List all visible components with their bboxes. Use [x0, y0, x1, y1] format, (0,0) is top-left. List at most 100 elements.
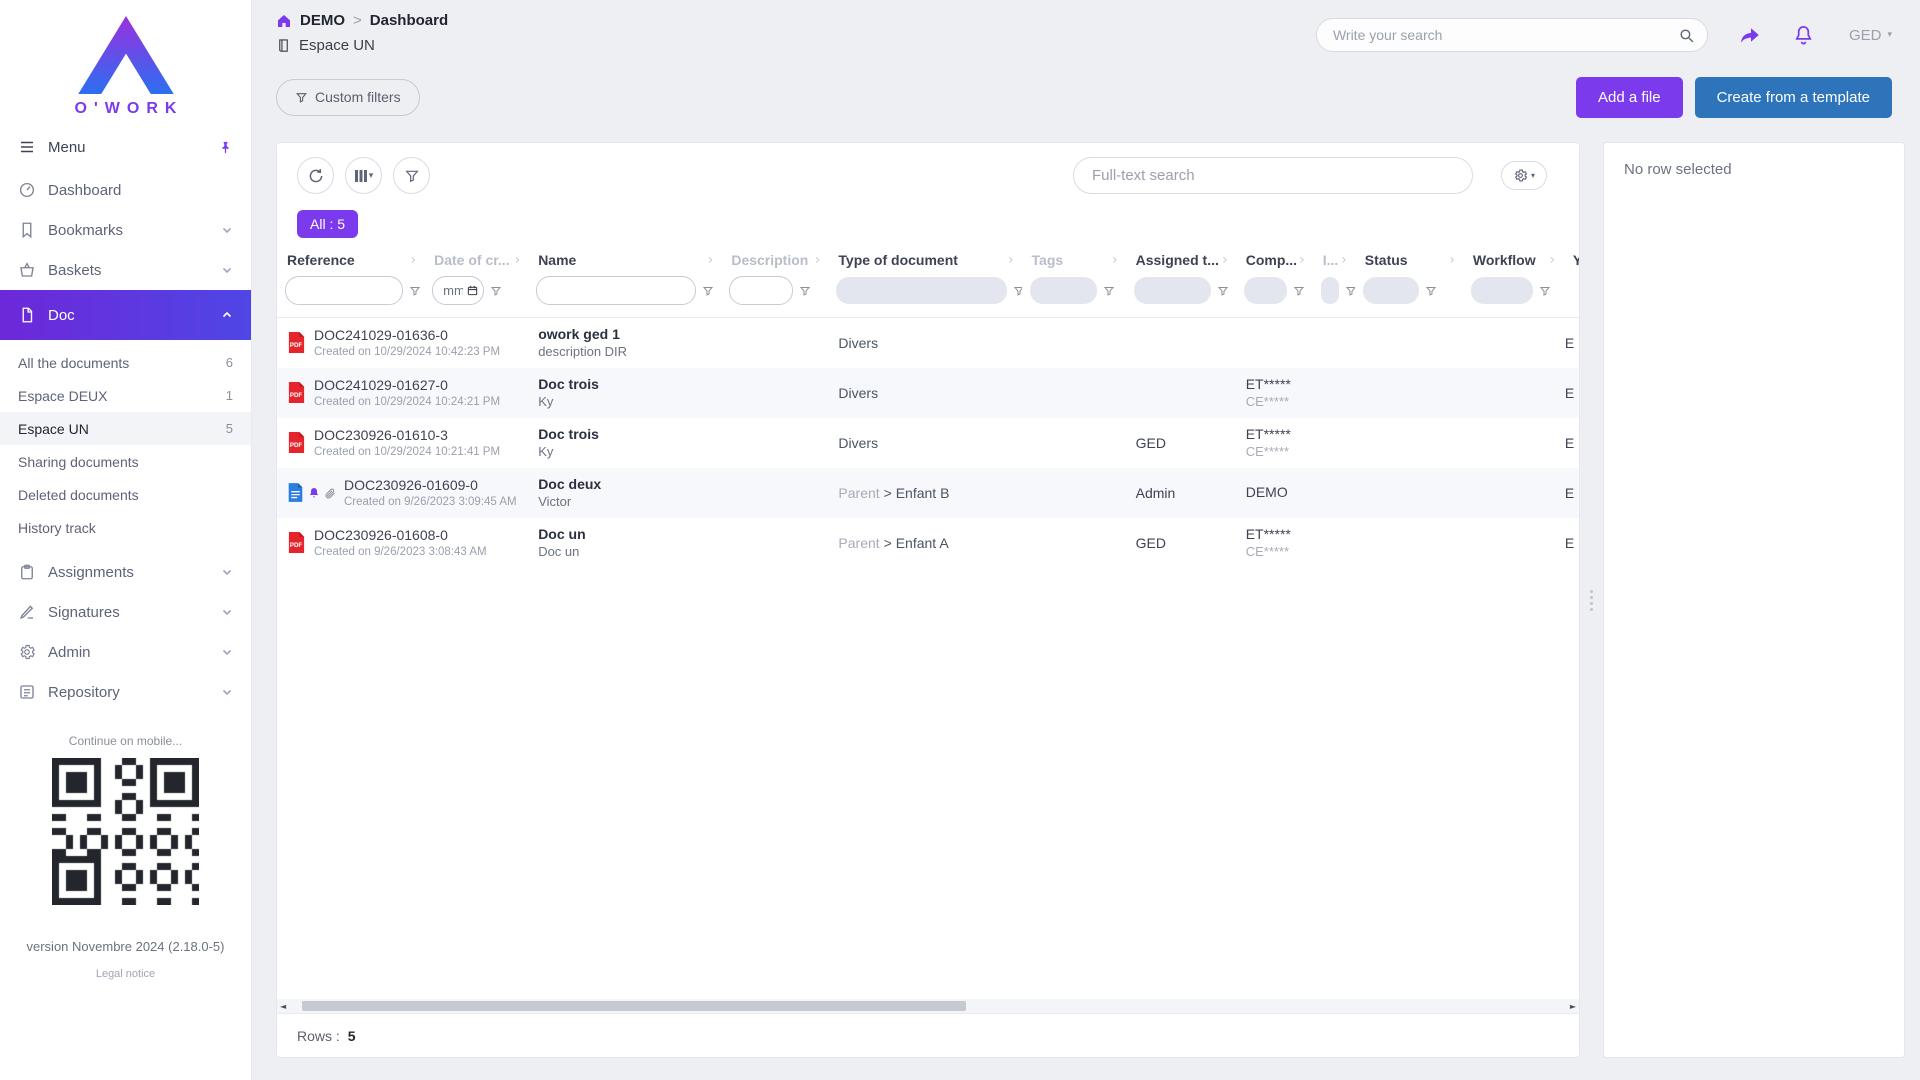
column-header-description[interactable]: ›Description	[721, 248, 828, 274]
refresh-button[interactable]	[297, 157, 334, 194]
table-row[interactable]: PDF DOC241029-01627-0 Created on 10/29/2…	[277, 368, 1579, 418]
menu-toggle[interactable]: Menu	[0, 124, 251, 170]
sidebar-subitem-label: Espace UN	[18, 421, 89, 437]
sidebar-item-history-track[interactable]: History track	[0, 511, 251, 544]
column-header-i[interactable]: ›I...	[1313, 248, 1355, 274]
document-reference[interactable]: DOC241029-01627-0	[314, 377, 500, 393]
type-value: Divers	[838, 335, 878, 351]
filter-i-select[interactable]	[1321, 277, 1339, 304]
horizontal-scrollbar[interactable]: ◄ ►	[277, 999, 1579, 1013]
column-header-type[interactable]: ›Type of document	[828, 248, 1021, 274]
bell-icon[interactable]	[1792, 24, 1815, 47]
column-header-name[interactable]: ›Name	[528, 248, 721, 274]
clipped-cell: E	[1563, 468, 1579, 518]
sidebar-item-deleted-documents[interactable]: Deleted documents	[0, 478, 251, 511]
create-template-button[interactable]: Create from a template	[1695, 77, 1892, 118]
column-header-company[interactable]: ›Comp...	[1236, 248, 1313, 274]
filter-reference-input[interactable]	[285, 276, 403, 305]
home-icon[interactable]	[276, 13, 292, 29]
filter-workflow-select[interactable]	[1471, 277, 1533, 304]
sidebar-item-label: Repository	[48, 684, 120, 701]
scroll-left-arrow[interactable]: ◄	[277, 1002, 289, 1011]
document-reference[interactable]: DOC241029-01636-0	[314, 327, 500, 343]
global-search-input[interactable]	[1333, 27, 1678, 43]
breadcrumb-current[interactable]: Dashboard	[370, 12, 448, 29]
sidebar-item-doc[interactable]: Doc	[0, 290, 251, 340]
funnel-icon[interactable]	[1013, 285, 1021, 297]
table-row[interactable]: PDF DOC230926-01610-3 Created on 10/29/2…	[277, 418, 1579, 468]
column-header-workflow[interactable]: ›Workflow	[1463, 248, 1563, 274]
breadcrumb-root[interactable]: DEMO	[300, 12, 345, 29]
sidebar-item-signatures[interactable]: Signatures	[0, 592, 251, 632]
column-header-assigned[interactable]: ›Assigned t...	[1126, 248, 1236, 274]
columns-button[interactable]: ▾	[345, 157, 382, 194]
search-icon[interactable]	[1678, 27, 1695, 44]
funnel-icon[interactable]	[1539, 285, 1551, 297]
column-header-reference[interactable]: ›Reference	[277, 248, 424, 274]
filter-assigned-select[interactable]	[1134, 277, 1211, 304]
repository-list-icon	[18, 683, 36, 701]
scrollbar-track[interactable]	[289, 999, 1567, 1013]
funnel-icon[interactable]	[1103, 285, 1115, 297]
scrollbar-thumb[interactable]	[302, 1001, 966, 1011]
add-file-button[interactable]: Add a file	[1576, 77, 1683, 118]
tab-all-documents[interactable]: All : 5	[297, 210, 358, 238]
global-search[interactable]	[1316, 18, 1708, 52]
sidebar-item-espace-un[interactable]: Espace UN 5	[0, 412, 251, 445]
funnel-icon[interactable]	[490, 285, 502, 297]
sidebar-item-dashboard[interactable]: Dashboard	[0, 170, 251, 210]
table-row[interactable]: PDF DOC241029-01636-0 Created on 10/29/2…	[277, 318, 1579, 368]
filter-name-input[interactable]	[536, 276, 696, 305]
filter-status-select[interactable]	[1363, 277, 1419, 304]
custom-filters-button[interactable]: Custom filters	[276, 79, 420, 116]
legal-notice-link[interactable]: Legal notice	[96, 968, 155, 980]
user-menu[interactable]: GED ▾	[1849, 27, 1892, 44]
funnel-icon[interactable]	[1425, 285, 1437, 297]
document-icon	[18, 306, 36, 324]
count-badge: 1	[226, 388, 233, 403]
sidebar-item-bookmarks[interactable]: Bookmarks	[0, 210, 251, 250]
table-header-row: ›Reference ›Date of cr... ›Name ›Descrip…	[277, 248, 1579, 274]
document-created: Created on 10/29/2024 10:24:21 PM	[314, 396, 500, 408]
filter-button[interactable]	[393, 157, 430, 194]
table-row[interactable]: PDF DOC230926-01608-0 Created on 9/26/20…	[277, 518, 1579, 568]
sidebar-item-repository[interactable]: Repository	[0, 672, 251, 712]
funnel-icon[interactable]	[702, 285, 714, 297]
sidebar-item-espace-deux[interactable]: Espace DEUX 1	[0, 379, 251, 412]
document-reference[interactable]: DOC230926-01610-3	[314, 427, 500, 443]
funnel-icon[interactable]	[1217, 285, 1229, 297]
panel-resize-handle[interactable]	[1588, 590, 1595, 611]
sidebar-item-baskets[interactable]: Baskets	[0, 250, 251, 290]
fulltext-search[interactable]	[1073, 157, 1473, 194]
document-reference[interactable]: DOC230926-01609-0	[344, 477, 517, 493]
sort-chevron-icon: ›	[1112, 252, 1118, 268]
sidebar-item-admin[interactable]: Admin	[0, 632, 251, 672]
funnel-icon[interactable]	[799, 285, 811, 297]
column-header-tags[interactable]: ›Tags	[1022, 248, 1126, 274]
assigned-value: GED	[1126, 518, 1236, 568]
document-created: Created on 9/26/2023 3:08:43 AM	[314, 546, 487, 558]
document-reference[interactable]: DOC230926-01608-0	[314, 527, 487, 543]
scroll-right-arrow[interactable]: ►	[1567, 1002, 1579, 1011]
fulltext-search-input[interactable]	[1092, 167, 1454, 184]
table-row[interactable]: DOC230926-01609-0 Created on 9/26/2023 3…	[277, 468, 1579, 518]
filter-type-select[interactable]	[836, 277, 1007, 304]
filter-description-input[interactable]	[729, 276, 793, 305]
filter-company-select[interactable]	[1244, 277, 1287, 304]
share-icon[interactable]	[1738, 23, 1762, 47]
column-header-edge[interactable]: Y...	[1563, 248, 1579, 274]
filter-date-input[interactable]	[432, 276, 484, 305]
column-header-status[interactable]: ›Status	[1355, 248, 1463, 274]
grid-settings-button[interactable]: ▾	[1501, 161, 1547, 190]
filter-tags-select[interactable]	[1030, 277, 1097, 304]
pin-icon[interactable]	[218, 140, 233, 155]
sidebar-item-sharing-documents[interactable]: Sharing documents	[0, 445, 251, 478]
sort-chevron-icon: ›	[708, 252, 714, 268]
sidebar-item-all-the-documents[interactable]: All the documents 6	[0, 346, 251, 379]
funnel-icon[interactable]	[409, 285, 421, 297]
sidebar-item-assignments[interactable]: Assignments	[0, 552, 251, 592]
funnel-icon[interactable]	[1345, 285, 1355, 297]
funnel-icon[interactable]	[1293, 285, 1305, 297]
column-header-date[interactable]: ›Date of cr...	[424, 248, 528, 274]
sort-chevron-icon: ›	[1449, 252, 1455, 268]
